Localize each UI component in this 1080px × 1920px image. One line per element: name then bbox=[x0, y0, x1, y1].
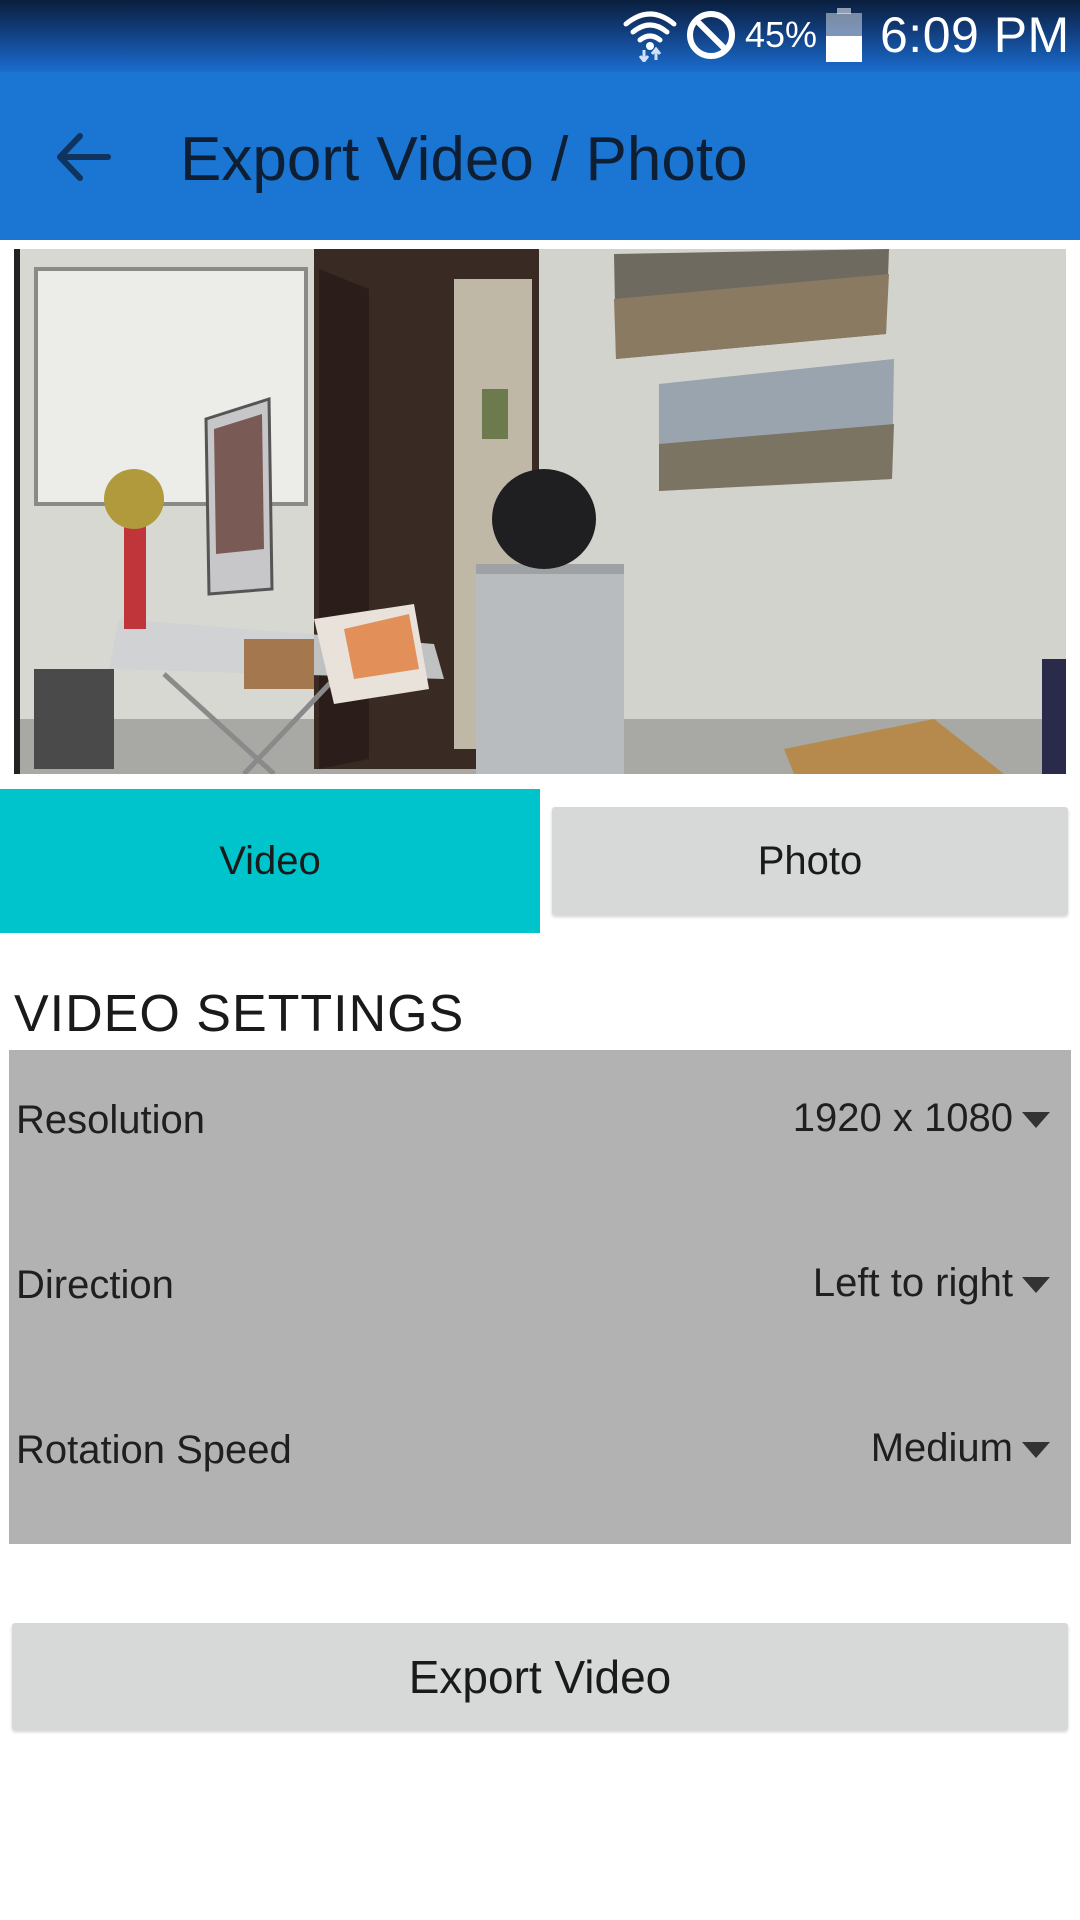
direction-label: Direction bbox=[16, 1263, 174, 1307]
page-title: Export Video / Photo bbox=[180, 125, 748, 194]
arrow-left-icon[interactable] bbox=[52, 126, 114, 188]
rotation-speed-label: Rotation Speed bbox=[16, 1428, 292, 1472]
status-time: 6:09 PM bbox=[880, 7, 1070, 63]
panorama-preview-image bbox=[14, 249, 1066, 774]
resolution-dropdown[interactable]: 1920 x 1080 bbox=[793, 1096, 1013, 1141]
caret-down-icon[interactable] bbox=[1022, 1277, 1050, 1293]
direction-dropdown[interactable]: Left to right bbox=[813, 1261, 1013, 1306]
section-title-video-settings: VIDEO SETTINGS bbox=[14, 985, 465, 1043]
export-video-button-label: Export Video bbox=[408, 1650, 672, 1703]
do-not-disturb-icon bbox=[687, 11, 735, 59]
status-bar: 45% 6:09 PM bbox=[0, 0, 1080, 72]
caret-down-icon[interactable] bbox=[1022, 1442, 1050, 1458]
resolution-setting-row: Resolution 1920 x 1080 bbox=[0, 1080, 1062, 1160]
app-bar: Export Video / Photo bbox=[0, 72, 1080, 240]
wifi-icon bbox=[623, 11, 677, 62]
tab-video-label: Video bbox=[219, 838, 321, 883]
direction-setting-row: Direction Left to right bbox=[0, 1245, 1062, 1325]
tab-video[interactable]: Video bbox=[0, 789, 540, 933]
rotation-speed-dropdown[interactable]: Medium bbox=[871, 1426, 1013, 1471]
caret-down-icon[interactable] bbox=[1022, 1112, 1050, 1128]
export-video-button[interactable]: Export Video bbox=[12, 1623, 1068, 1730]
rotation-speed-setting-row: Rotation Speed Medium bbox=[0, 1410, 1062, 1490]
tab-photo[interactable]: Photo bbox=[552, 807, 1068, 915]
battery-icon bbox=[826, 8, 862, 62]
tab-photo-label: Photo bbox=[757, 838, 863, 883]
battery-percent: 45% bbox=[745, 14, 818, 55]
resolution-label: Resolution bbox=[16, 1098, 206, 1142]
